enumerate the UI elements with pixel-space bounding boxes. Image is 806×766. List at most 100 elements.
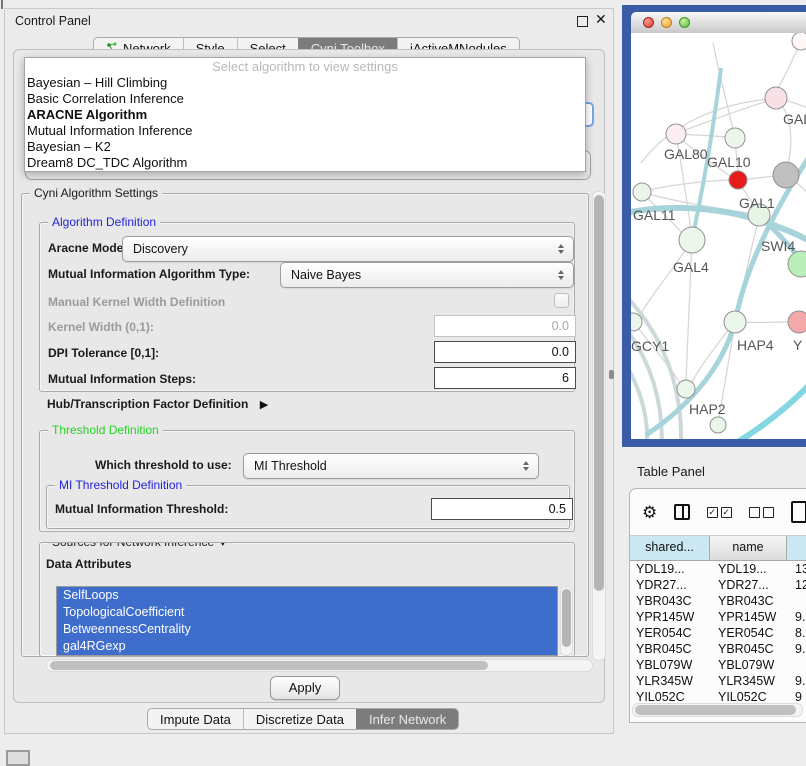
threshold-definition-group: Threshold Definition Which threshold to … xyxy=(39,430,575,532)
deselect-all-columns-icon[interactable] xyxy=(749,507,774,518)
cyni-bottom-tabstrip: Impute Data Discretize Data Infer Networ… xyxy=(147,708,459,730)
node-gal1-selected[interactable] xyxy=(729,171,747,189)
column-header-partial[interactable] xyxy=(787,536,806,560)
new-table-icon[interactable] xyxy=(791,501,806,523)
manual-kernel-width-label: Manual Kernel Width Definition xyxy=(48,295,225,309)
which-threshold-combobox[interactable]: MI Threshold xyxy=(243,453,539,479)
cell-name: YDL19... xyxy=(711,561,788,577)
node-y-partial[interactable] xyxy=(788,311,806,333)
select-all-columns-icon[interactable]: ✓✓ xyxy=(707,507,732,518)
close-panel-icon[interactable]: ✕ xyxy=(595,11,607,28)
manual-kernel-width-checkbox[interactable] xyxy=(554,293,569,308)
cell-shared-name: YBL079W xyxy=(630,657,711,673)
table-row[interactable]: YDR27... YDR27... 12 xyxy=(630,577,806,593)
minimize-window-icon[interactable] xyxy=(661,17,672,28)
cell-shared-name: YBR045C xyxy=(630,641,711,657)
data-attributes-list: SelfLoops TopologicalCoefficient Between… xyxy=(56,586,558,656)
node-unlabeled-top[interactable] xyxy=(792,33,806,50)
column-header-shared-name[interactable]: shared... xyxy=(630,536,710,560)
algorithm-option-label: Bayesian – K2 xyxy=(27,139,111,154)
close-window-icon[interactable] xyxy=(643,17,654,28)
mi-algorithm-type-combobox[interactable]: Naive Bayes xyxy=(280,262,574,288)
table-toolbar: ⚙ ✓✓ xyxy=(630,489,806,536)
mi-threshold-definition-title: MI Threshold Definition xyxy=(55,478,186,493)
algorithm-option[interactable]: Mutual Information Inference xyxy=(25,123,585,139)
hub-factor-expander[interactable]: Hub/Transcription Factor Definition ▶ xyxy=(47,397,268,411)
algorithm-definition-title: Algorithm Definition xyxy=(48,215,160,230)
panel-splitter-handle[interactable] xyxy=(609,370,614,379)
algorithm-option[interactable]: Bayesian – Hill Climbing xyxy=(25,75,585,91)
node-gal4[interactable] xyxy=(679,227,705,253)
table-body: YDL19... YDL19... 13 YDR27... YDR27... 1… xyxy=(630,561,806,722)
node-gal-partial[interactable] xyxy=(765,87,787,109)
dpi-tolerance-field[interactable]: 0.0 xyxy=(434,341,576,363)
zoom-window-icon[interactable] xyxy=(679,17,690,28)
node-hap4[interactable] xyxy=(724,311,746,333)
network-window-titlebar[interactable] xyxy=(631,12,806,34)
aracne-mode-combobox[interactable]: Discovery xyxy=(122,236,574,262)
tab-infer-network[interactable]: Infer Network xyxy=(356,709,458,729)
table-row[interactable]: YDL19... YDL19... 13 xyxy=(630,561,806,577)
cell-shared-name: YPR145W xyxy=(630,609,711,625)
cell-name: YBR043C xyxy=(711,593,788,609)
tab-impute-data[interactable]: Impute Data xyxy=(148,709,243,729)
settings-horizontal-scrollbar[interactable] xyxy=(46,659,593,672)
node-label-gal: GAL xyxy=(783,111,806,127)
attribute-list-scrollbar[interactable] xyxy=(560,586,573,656)
column-header-name[interactable]: name xyxy=(710,536,787,560)
node-gal11[interactable] xyxy=(633,183,651,201)
network-graph: GAL GAL80 GAL10 GAL1 GAL11 SWI4 GAL4 GCY… xyxy=(631,33,806,439)
table-row[interactable]: YBR043C YBR043C xyxy=(630,593,806,609)
table-row[interactable]: YPR145W YPR145W 9. xyxy=(630,609,806,625)
table-row[interactable]: YBR045C YBR045C 9. xyxy=(630,641,806,657)
cell-shared-name: YLR345W xyxy=(630,673,711,689)
minimized-panel-icon[interactable] xyxy=(6,750,30,766)
mi-threshold-field[interactable]: 0.5 xyxy=(431,498,573,520)
tab-discretize-data[interactable]: Discretize Data xyxy=(243,709,356,729)
algorithm-option[interactable]: Basic Correlation Inference xyxy=(25,91,585,107)
control-panel: Control Panel ✕ Network Style Select Cyn… xyxy=(4,8,614,734)
network-canvas[interactable]: GAL GAL80 GAL10 GAL1 GAL11 SWI4 GAL4 GCY… xyxy=(631,33,806,439)
data-attribute-item[interactable]: SelfLoops xyxy=(57,587,557,604)
node-hap2[interactable] xyxy=(677,380,695,398)
node-label-y: Y xyxy=(793,337,803,353)
cell-value: 9. xyxy=(788,609,806,625)
table-row[interactable]: YBL079W YBL079W xyxy=(630,657,806,673)
kernel-width-field[interactable]: 0.0 xyxy=(434,315,576,337)
float-window-icon[interactable] xyxy=(577,16,588,27)
mi-steps-field[interactable]: 6 xyxy=(434,367,576,389)
table-row[interactable]: YER054C YER054C 8. xyxy=(630,625,806,641)
data-attribute-label: BetweennessCentrality xyxy=(63,622,191,636)
algorithm-option[interactable]: ARACNE Algorithm xyxy=(25,107,585,123)
control-panel-title: Control Panel xyxy=(15,14,91,28)
mi-threshold-label: Mutual Information Threshold: xyxy=(55,502,228,516)
mi-algorithm-type-value: Naive Bayes xyxy=(281,268,553,282)
data-attribute-item[interactable]: TopologicalCoefficient xyxy=(57,604,557,621)
cyni-algorithm-settings-group: Cyni Algorithm Settings Algorithm Defini… xyxy=(21,193,589,657)
settings-vertical-scrollbar[interactable] xyxy=(592,191,606,661)
column-layout-icon[interactable] xyxy=(674,504,689,520)
combobox-arrows-icon xyxy=(553,244,569,254)
data-attribute-item[interactable]: BetweennessCentrality xyxy=(57,621,557,638)
gear-icon[interactable]: ⚙ xyxy=(642,504,657,521)
cell-value: 8. xyxy=(788,625,806,641)
node-swi4[interactable] xyxy=(788,251,806,277)
cell-shared-name: YBR043C xyxy=(630,593,711,609)
algorithm-option-list: Bayesian – Hill Climbing Basic Correlati… xyxy=(25,75,585,171)
table-row[interactable]: YLR345W YLR345W 9. xyxy=(630,673,806,689)
cell-shared-name: YER054C xyxy=(630,625,711,641)
network-view-window: GAL GAL80 GAL10 GAL1 GAL11 SWI4 GAL4 GCY… xyxy=(622,5,806,447)
node-unlabeled-bottom[interactable] xyxy=(710,417,726,433)
algorithm-option[interactable]: Bayesian – K2 xyxy=(25,139,585,155)
table-panel: ⚙ ✓✓ shared... name YDL19... YDL19... 13… xyxy=(629,488,806,723)
node-gal10[interactable] xyxy=(725,128,745,148)
node-gal80[interactable] xyxy=(666,124,686,144)
algorithm-option-label: Bayesian – Hill Climbing xyxy=(27,75,167,90)
table-horizontal-scrollbar[interactable] xyxy=(632,703,803,717)
algorithm-option[interactable]: Dream8 DC_TDC Algorithm xyxy=(25,155,585,171)
cell-value: 12 xyxy=(788,577,806,593)
apply-button[interactable]: Apply xyxy=(270,676,340,700)
cell-value: 9. xyxy=(788,673,806,689)
node-gray[interactable] xyxy=(773,162,799,188)
data-attribute-item[interactable]: gal4RGexp xyxy=(57,638,557,655)
